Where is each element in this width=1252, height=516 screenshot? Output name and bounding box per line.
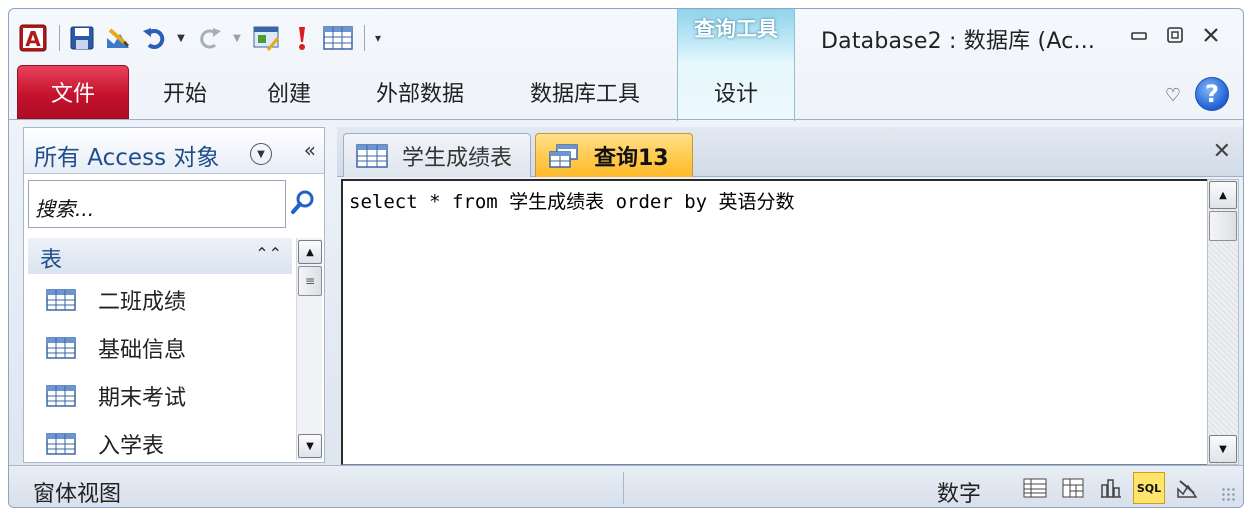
nav-item-label: 入学表	[98, 434, 165, 459]
nav-scrollbar[interactable]: ▲ ≡ ▼	[296, 238, 322, 460]
access-logo-icon[interactable]: A	[17, 22, 49, 54]
tab-design[interactable]: 设计	[677, 63, 795, 121]
chevron-up-icon[interactable]: ⌃⌃	[255, 244, 282, 263]
customize-icon[interactable]: ▾	[371, 22, 385, 54]
ribbon-divider	[9, 119, 1243, 120]
title-bar: A ▼ ▼ ▾ 查询工具 Database2: 数据库 (Ac...	[9, 9, 1243, 63]
scroll-thumb[interactable]: ≡	[298, 266, 322, 296]
status-view-label: 窗体视图	[33, 482, 122, 507]
nav-item-期末考试[interactable]: 期末考试	[28, 372, 292, 420]
view-switcher: SQL	[1019, 472, 1209, 504]
table-icon[interactable]	[322, 22, 354, 54]
nav-pane-header[interactable]: 所有 Access 对象 ▼ «	[24, 128, 324, 174]
window-title: Database2 : 数据库 (Ac...	[821, 29, 1096, 54]
close-button[interactable]	[1193, 21, 1229, 49]
query-icon	[549, 143, 578, 168]
status-divider	[623, 472, 624, 504]
contextual-group-label: 查询工具	[677, 9, 795, 63]
sql-view-label: SQL	[1136, 481, 1162, 495]
redo-dropdown-icon[interactable]: ▼	[230, 22, 244, 54]
save-icon[interactable]	[66, 22, 98, 54]
minimize-button[interactable]	[1121, 21, 1157, 49]
nav-dropdown-icon[interactable]: ▼	[250, 143, 272, 165]
nav-list: 二班成绩 基础信息 期末考试 入学表	[28, 276, 292, 468]
scroll-down-button[interactable]: ▼	[1209, 435, 1237, 463]
undo-icon[interactable]	[138, 22, 170, 54]
resize-grip-icon[interactable]	[1221, 487, 1237, 503]
nav-item-label: 期末考试	[98, 386, 187, 411]
nav-item-label: 基础信息	[98, 338, 187, 363]
table-icon	[46, 337, 76, 359]
nav-search-input[interactable]: 搜索...	[28, 180, 286, 228]
file-tab[interactable]: 文件	[17, 65, 129, 119]
scroll-thumb[interactable]	[1209, 211, 1237, 241]
sql-view-button[interactable]: SQL	[1133, 472, 1165, 504]
table-icon	[46, 385, 76, 407]
sql-text[interactable]: select * from 学生成绩表 order by 英语分数	[349, 187, 795, 214]
view-design-icon[interactable]	[102, 22, 134, 54]
scroll-up-button[interactable]: ▲	[298, 240, 322, 264]
doc-tab-label: 学生成绩表	[402, 145, 513, 171]
tab-database-tools[interactable]: 数据库工具	[515, 65, 655, 119]
nav-item-基础信息[interactable]: 基础信息	[28, 324, 292, 372]
scroll-down-button[interactable]: ▼	[298, 434, 322, 458]
redo-icon[interactable]	[194, 22, 226, 54]
ribbon-tabs: 文件 开始 创建 外部数据 数据库工具 设计 ♡ ?	[9, 63, 1243, 121]
minimize-ribbon-icon[interactable]: ♡	[1165, 85, 1181, 106]
scroll-up-button[interactable]: ▲	[1209, 181, 1237, 209]
doc-tab-query13[interactable]: 查询13	[535, 133, 693, 177]
navigation-pane: 所有 Access 对象 ▼ « 搜索... 表 ⌃⌃ 二班成绩 基础信息 期末…	[23, 127, 325, 463]
quick-access-toolbar: A ▼ ▼ ▾	[17, 21, 391, 55]
run-icon[interactable]	[286, 22, 318, 54]
nav-group-label: 表	[40, 248, 63, 273]
tab-home[interactable]: 开始	[149, 65, 221, 119]
status-bar: 窗体视图 数字 SQL	[9, 465, 1243, 507]
restore-button[interactable]	[1157, 21, 1193, 49]
document-area: 学生成绩表 查询13 ✕ select * from 学生成绩表 order b…	[337, 127, 1243, 465]
contextual-group-text: 查询工具	[694, 17, 778, 41]
num-lock-indicator: 数字	[937, 482, 982, 507]
doc-tab-student-scores[interactable]: 学生成绩表	[343, 133, 531, 177]
doc-tab-label: 查询13	[594, 145, 669, 171]
switchboard-icon[interactable]	[250, 22, 282, 54]
nav-item-二班成绩[interactable]: 二班成绩	[28, 276, 292, 324]
design-view-icon[interactable]	[1171, 472, 1203, 504]
window-controls	[1121, 21, 1229, 49]
undo-dropdown-icon[interactable]: ▼	[174, 22, 188, 54]
help-icon[interactable]: ?	[1195, 77, 1229, 111]
pivot-table-view-icon[interactable]	[1057, 472, 1089, 504]
access-window: A ▼ ▼ ▾ 查询工具 Database2: 数据库 (Ac... 文件 开…	[8, 8, 1244, 508]
toolbar-separator	[59, 25, 60, 51]
document-tabs: 学生成绩表 查询13 ✕	[337, 127, 1243, 177]
close-document-icon[interactable]: ✕	[1213, 139, 1231, 164]
nav-item-入学表[interactable]: 入学表	[28, 420, 292, 468]
tab-create[interactable]: 创建	[253, 65, 325, 119]
editor-scrollbar[interactable]: ▲ ▼	[1207, 179, 1239, 465]
nav-group-tables[interactable]: 表 ⌃⌃	[28, 238, 292, 274]
sql-editor[interactable]: select * from 学生成绩表 order by 英语分数	[341, 179, 1211, 465]
collapse-pane-icon[interactable]: «	[304, 138, 316, 162]
svg-text:A: A	[25, 27, 41, 51]
nav-item-label: 二班成绩	[98, 290, 187, 315]
datasheet-view-icon[interactable]	[1019, 472, 1051, 504]
search-icon[interactable]	[288, 188, 318, 218]
table-icon	[356, 143, 388, 168]
table-icon	[46, 289, 76, 311]
pivot-chart-view-icon[interactable]	[1095, 472, 1127, 504]
nav-pane-title[interactable]: 所有 Access 对象	[34, 138, 219, 172]
tab-external-data[interactable]: 外部数据	[361, 65, 479, 119]
table-icon	[46, 433, 76, 455]
toolbar-separator	[364, 25, 365, 51]
